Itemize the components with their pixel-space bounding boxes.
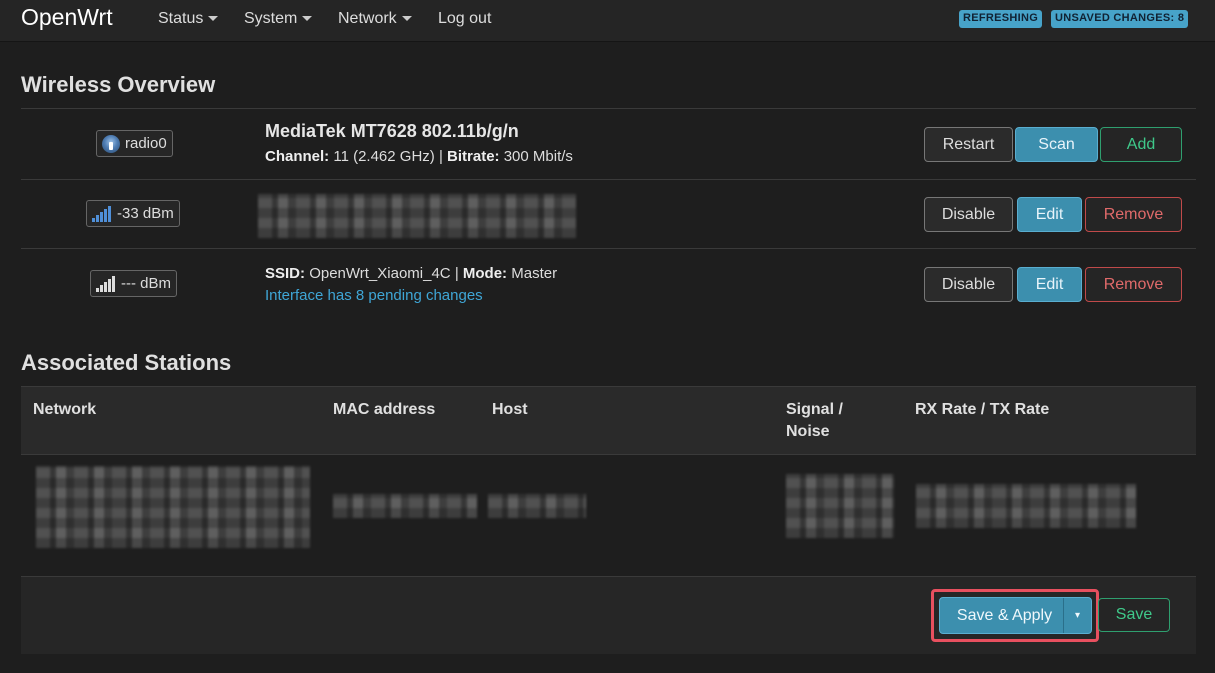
bitrate-label: Bitrate: <box>447 148 500 165</box>
dropdown-toggle-icon[interactable]: ▾ <box>1063 598 1091 633</box>
radio-device-name: MediaTek MT7628 802.11b/g/n <box>265 121 519 141</box>
disable-button[interactable]: Disable <box>924 267 1013 302</box>
chevron-down-icon <box>302 16 313 22</box>
chevron-down-icon <box>208 16 219 22</box>
top-navbar: OpenWrt Status System Network Log out RE… <box>0 0 1215 42</box>
save-apply-label: Save & Apply <box>956 606 1053 624</box>
col-host: Host <box>492 401 528 418</box>
info-separator: | <box>454 265 459 282</box>
redacted-station-host <box>488 494 586 518</box>
remove-button[interactable]: Remove <box>1085 267 1182 302</box>
stations-table-header: Network MAC address Host Signal / Noise … <box>21 386 1196 455</box>
channel-value: 11 (2.462 GHz) <box>333 148 435 165</box>
network-info: SSID: OpenWrt_Xiaomi_4C | Mode: Master <box>265 265 557 282</box>
wifi-radio-icon <box>102 134 120 153</box>
add-button[interactable]: Add <box>1100 127 1182 162</box>
signal-value: --- dBm <box>121 275 171 292</box>
signal-strength-icon <box>92 205 112 222</box>
chevron-down-icon <box>401 16 412 22</box>
ssid-value: OpenWrt_Xiaomi_4C <box>309 265 451 282</box>
col-signal-line1: Signal / <box>786 401 843 418</box>
restart-button[interactable]: Restart <box>924 127 1013 162</box>
edit-button[interactable]: Edit <box>1017 197 1082 232</box>
radio-badge: radio0 <box>96 130 173 157</box>
redacted-station-network <box>36 466 310 548</box>
save-button[interactable]: Save <box>1098 598 1170 632</box>
menu-status[interactable]: Status <box>158 10 219 28</box>
redacted-station-mac <box>333 494 477 518</box>
redacted-network-info <box>258 194 576 238</box>
remove-button[interactable]: Remove <box>1085 197 1182 232</box>
mode-value: Master <box>511 265 558 282</box>
redacted-station-signal <box>786 474 894 538</box>
menu-system-label: System <box>244 10 298 27</box>
menu-system[interactable]: System <box>244 10 313 28</box>
col-mac: MAC address <box>333 401 436 418</box>
col-signal: Signal / Noise <box>786 399 843 443</box>
redacted-station-rate <box>916 484 1136 528</box>
divider <box>21 179 1196 180</box>
signal-none-icon <box>96 275 116 292</box>
divider <box>21 248 1196 249</box>
col-network: Network <box>33 401 97 418</box>
signal-badge: -33 dBm <box>86 200 180 227</box>
bitrate-value: 300 Mbit/s <box>503 148 573 165</box>
radio-info: Channel: 11 (2.462 GHz) | Bitrate: 300 M… <box>265 148 573 165</box>
channel-label: Channel: <box>265 148 330 165</box>
refreshing-badge[interactable]: REFRESHING <box>959 10 1043 28</box>
pending-changes-link[interactable]: Interface has 8 pending changes <box>265 287 483 304</box>
divider <box>21 108 1196 109</box>
mode-label: Mode: <box>462 265 508 282</box>
edit-button[interactable]: Edit <box>1017 267 1082 302</box>
menu-logout[interactable]: Log out <box>438 10 491 28</box>
menu-network[interactable]: Network <box>338 10 412 28</box>
save-apply-button[interactable]: Save & Apply ▾ <box>939 597 1092 634</box>
col-signal-line2: Noise <box>786 423 830 440</box>
menu-network-label: Network <box>338 10 397 27</box>
scan-button[interactable]: Scan <box>1015 127 1098 162</box>
radio-name: radio0 <box>125 135 167 152</box>
signal-value: -33 dBm <box>117 205 174 222</box>
wireless-overview-title: Wireless Overview <box>21 72 216 97</box>
brand-logo[interactable]: OpenWrt <box>21 4 113 31</box>
info-separator: | <box>438 148 443 165</box>
associated-stations-title: Associated Stations <box>21 350 232 375</box>
col-rate: RX Rate / TX Rate <box>915 401 1050 418</box>
menu-status-label: Status <box>158 10 204 27</box>
disable-button[interactable]: Disable <box>924 197 1013 232</box>
signal-badge: --- dBm <box>90 270 177 297</box>
unsaved-changes-badge[interactable]: UNSAVED CHANGES: 8 <box>1051 10 1189 28</box>
ssid-label: SSID: <box>265 265 306 282</box>
